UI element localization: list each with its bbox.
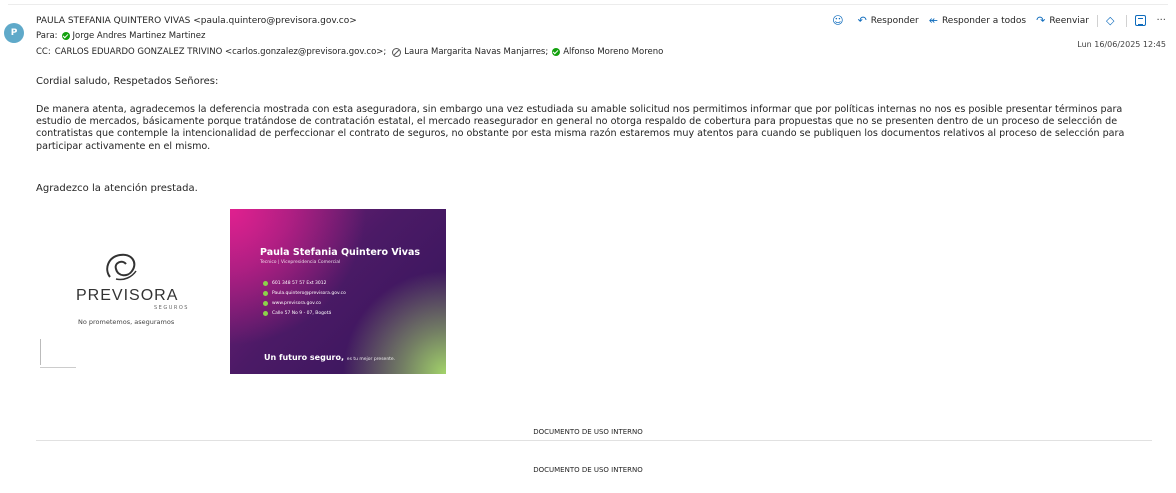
top-divider [8,4,1168,5]
sender-name[interactable]: PAULA STEFANIA QUINTERO VIVAS <paula.qui… [36,16,357,26]
previsora-swirl-icon [106,253,137,281]
reply-all-button[interactable]: ↞ Responder a todos [929,14,1026,27]
to-recipient[interactable]: Jorge Andres Martinez Martinez [73,31,206,41]
cc-label: CC: [36,47,51,57]
smiley-icon: ☺ [832,14,844,27]
card-address: Calle 57 No 9 - 07, Bogotá [272,311,332,316]
divider [1096,14,1098,27]
image-artifact [40,367,76,368]
card-web: www.previsora.gov.co [272,301,322,306]
card-name: Paula Stefania Quintero Vivas [260,247,421,258]
body-paragraph: De manera atenta, agradecemos la deferen… [36,104,1125,152]
thanks-text: Agradezco la atención prestada. [36,183,198,194]
card-tagline: Un futuro seguro, es tu mejor presente. [264,353,395,362]
presence-available-icon [552,48,561,56]
logo-subtitle: SEGUROS [154,305,189,311]
signature-card: Paula Stefania Quintero Vivas Tecnico | … [230,209,446,374]
cc-recipient-2[interactable]: Laura Margarita Navas Manjarres; [404,47,548,57]
reply-all-label: Responder a todos [941,15,1027,26]
tag-icon: ◇ [1105,14,1115,27]
forward-icon: ↷ [1036,14,1046,27]
forward-label: Reenviar [1049,15,1089,26]
divider [1126,14,1128,27]
avatar-initial: P [10,28,18,38]
card-address-row: Calle 57 No 9 - 07, Bogotá [263,311,331,316]
more-actions-button[interactable]: ··· [1156,15,1166,26]
logo-wordmark: PREVISORA [76,287,179,304]
reply-label: Responder [870,15,919,26]
footer-divider [36,440,1152,441]
reply-icon: ↶ [857,14,867,27]
email-icon [263,291,268,296]
greeting-text: Cordial saludo, Respetados Señores: [36,76,219,87]
cc-line: CC: CARLOS EDUARDO GONZALEZ TRIVINO <car… [36,47,663,57]
tag-button[interactable]: ◇ [1106,14,1118,27]
card-email: Paula.quintero@previsora.gov.co [272,291,346,296]
card-phone-row: 601 348 57 57 Ext 3012 [263,281,327,286]
card-tagline-main: Un futuro seguro, [264,353,344,362]
message-actions: ☺ ↶ Responder ↞ Responder a todos ↷ Reenvia… [822,14,1166,27]
presence-blocked-icon [392,47,402,57]
immersive-reader-icon[interactable] [1135,15,1147,26]
globe-icon [263,301,268,306]
reply-button[interactable]: ↶ Responder [858,14,919,27]
logo-slogan: No prometemos, aseguramos [78,318,175,326]
to-label: Para: [36,31,58,41]
reply-all-icon: ↞ [928,14,938,27]
card-tagline-small: es tu mejor presente. [346,357,396,362]
cc-recipient-1[interactable]: CARLOS EDUARDO GONZALEZ TRIVINO <carlos.… [55,47,387,57]
to-line: Para: Jorge Andres Martinez Martinez [36,31,206,41]
card-phone: 601 348 57 57 Ext 3012 [272,281,327,286]
card-web-row: www.previsora.gov.co [263,301,321,306]
image-artifact [40,339,41,365]
message-date: Lun 16/06/2025 12:45 [1077,40,1166,49]
internal-notice-2: DOCUMENTO DE USO INTERNO [533,466,643,474]
internal-notice-1: DOCUMENTO DE USO INTERNO [533,428,643,436]
phone-icon [263,281,268,286]
cc-recipient-3[interactable]: Alfonso Moreno Moreno [563,47,663,57]
company-logo: PREVISORA SEGUROS No prometemos, asegura… [36,209,230,374]
presence-available-icon [61,32,70,40]
location-icon [263,311,268,316]
emoji-react-button[interactable]: ☺ [832,14,847,27]
sender-avatar[interactable]: P [4,23,24,43]
card-role: Tecnico | Vicepresidencia Comercial [260,260,341,265]
forward-button[interactable]: ↷ Reenviar [1036,14,1089,27]
card-email-row: Paula.quintero@previsora.gov.co [263,291,346,296]
